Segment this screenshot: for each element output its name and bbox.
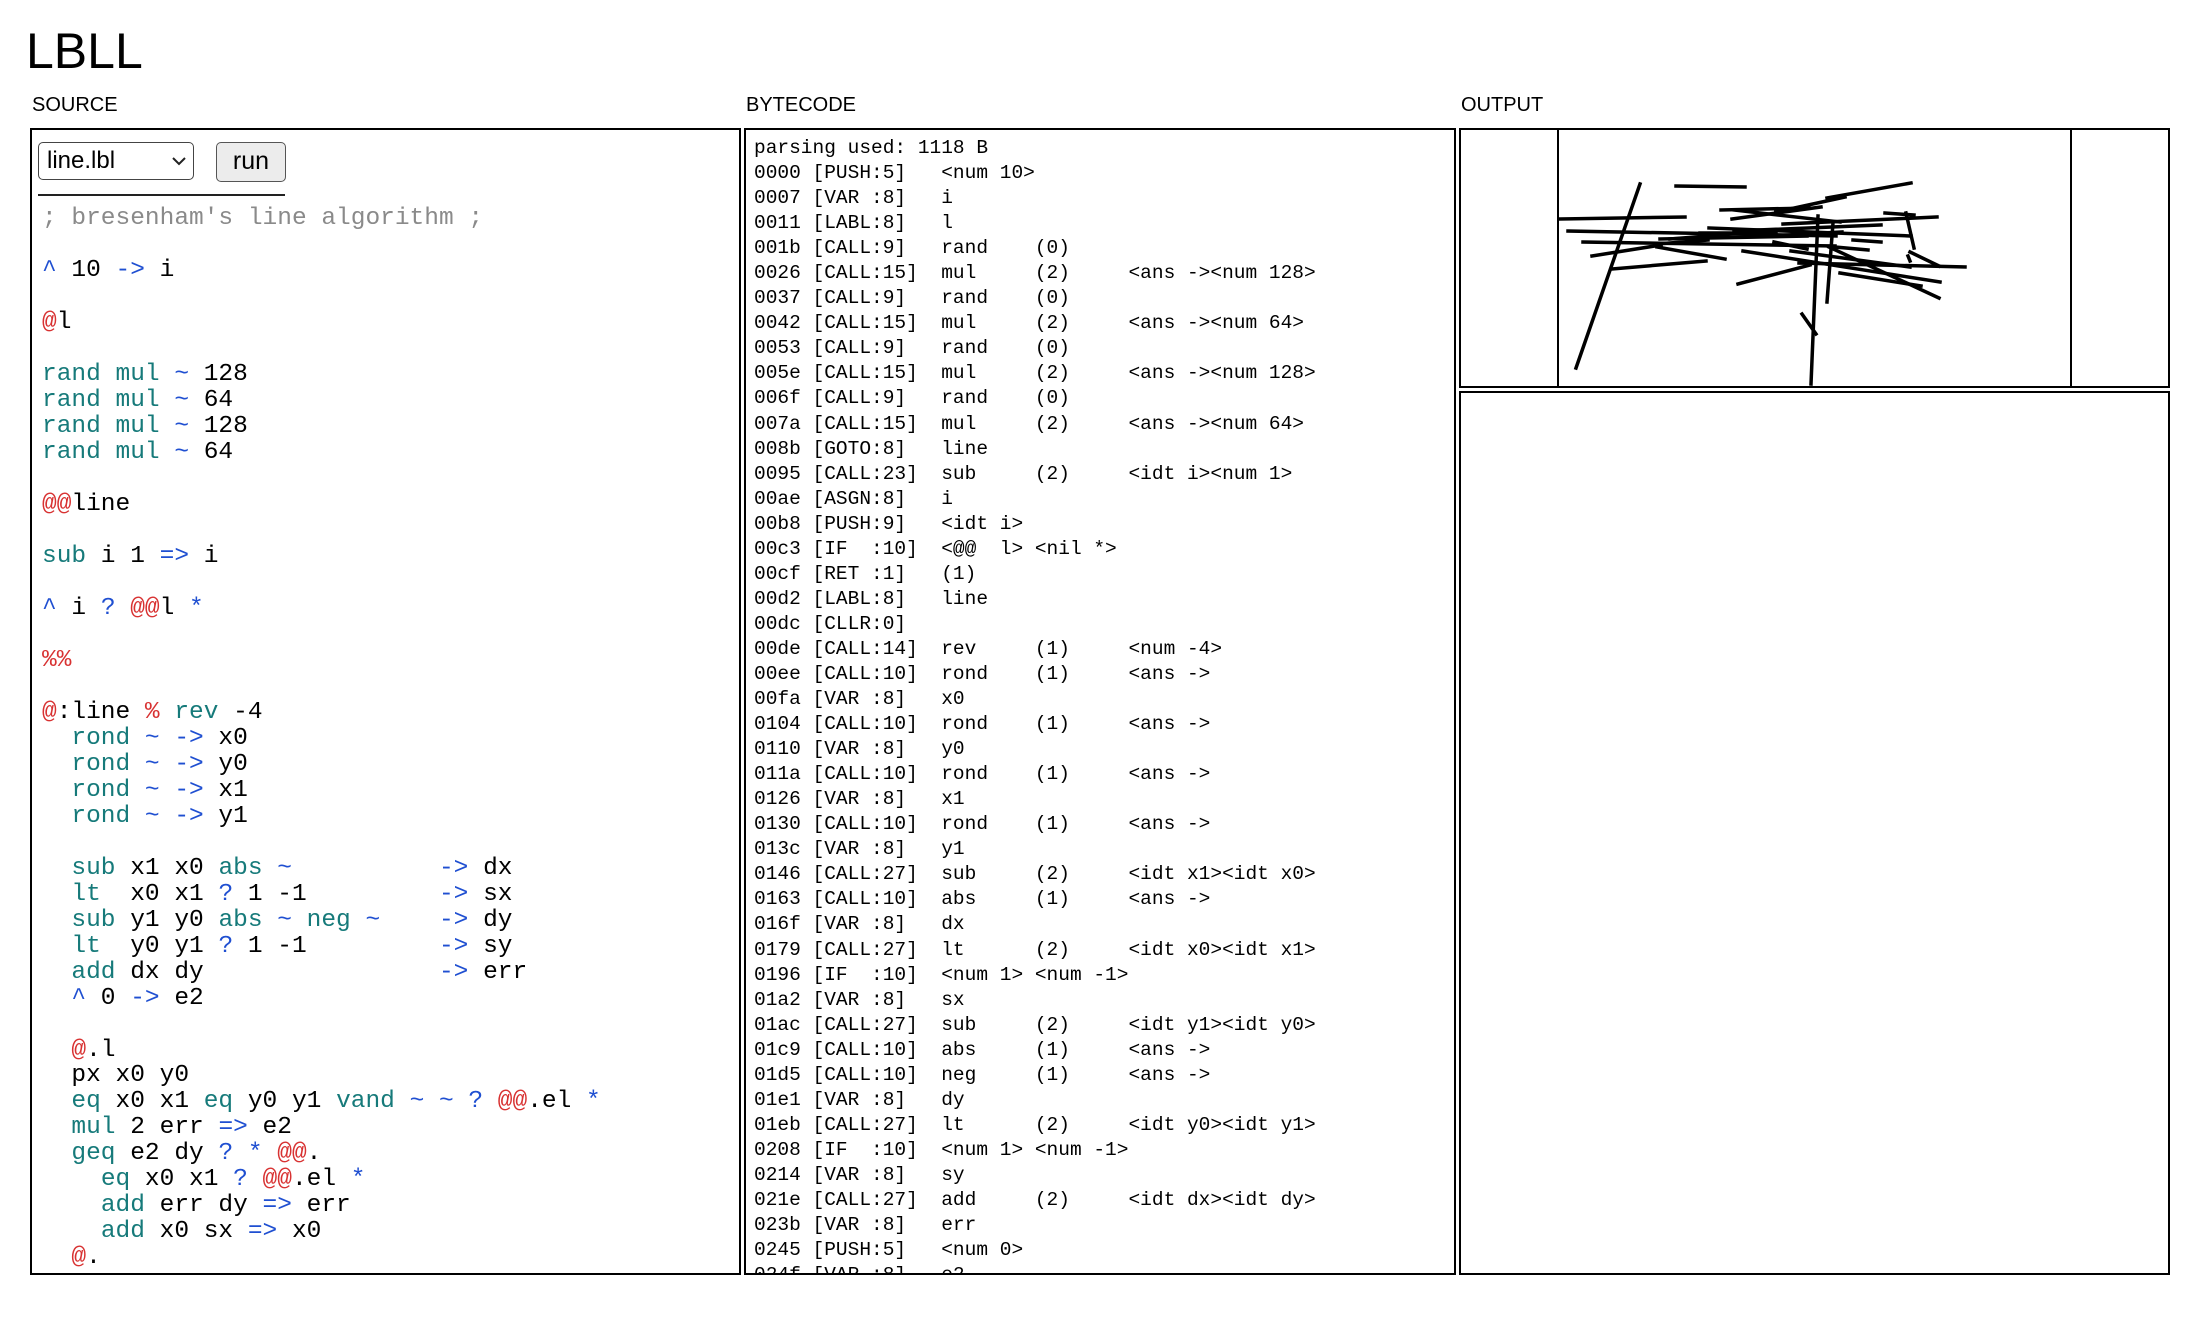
drawn-line	[1824, 180, 1914, 201]
drawn-line	[1559, 215, 1687, 221]
drawn-line	[1907, 249, 1942, 269]
drawn-line	[1851, 238, 1883, 244]
drawn-line	[1833, 245, 1870, 252]
drawn-line	[1905, 253, 1913, 264]
drawn-line	[1732, 223, 1883, 233]
bytecode-label: BYTECODE	[746, 94, 857, 116]
chevron-down-icon	[172, 157, 186, 166]
drawn-line	[1654, 244, 1728, 262]
output-canvas	[1557, 130, 2072, 386]
bytecode-panel[interactable]: parsing used: 1118 B 0000 [PUSH:5] <num …	[744, 128, 1456, 1275]
output-label: OUTPUT	[1461, 94, 1544, 116]
bytecode-listing: parsing used: 1118 B 0000 [PUSH:5] <num …	[754, 137, 1316, 1273]
app-title: LBLL	[26, 23, 143, 79]
source-label: SOURCE	[32, 94, 118, 116]
source-code-editor[interactable]: ; bresenham's line algorithm ; ^ 10 -> i…	[42, 206, 601, 1271]
drawn-line	[1573, 181, 1643, 371]
output-console	[1459, 391, 2170, 1275]
run-button[interactable]: run	[216, 142, 286, 182]
drawn-line	[1809, 214, 1820, 386]
drawn-line	[1589, 242, 1664, 259]
drawn-line	[1735, 262, 1813, 287]
line-drawing	[1559, 180, 1967, 386]
source-panel[interactable]: line.lbl run ; bresenham's line algorith…	[30, 128, 741, 1275]
drawn-line	[1837, 270, 1924, 289]
file-select-value: line.lbl	[47, 147, 116, 174]
drawn-line	[1719, 206, 1811, 212]
drawn-line	[1674, 184, 1747, 189]
file-select[interactable]: line.lbl	[38, 142, 194, 180]
drawn-line	[1883, 211, 1916, 217]
drawn-line	[1610, 259, 1708, 271]
source-controls: line.lbl run	[38, 142, 286, 196]
output-panel	[1459, 128, 2170, 388]
